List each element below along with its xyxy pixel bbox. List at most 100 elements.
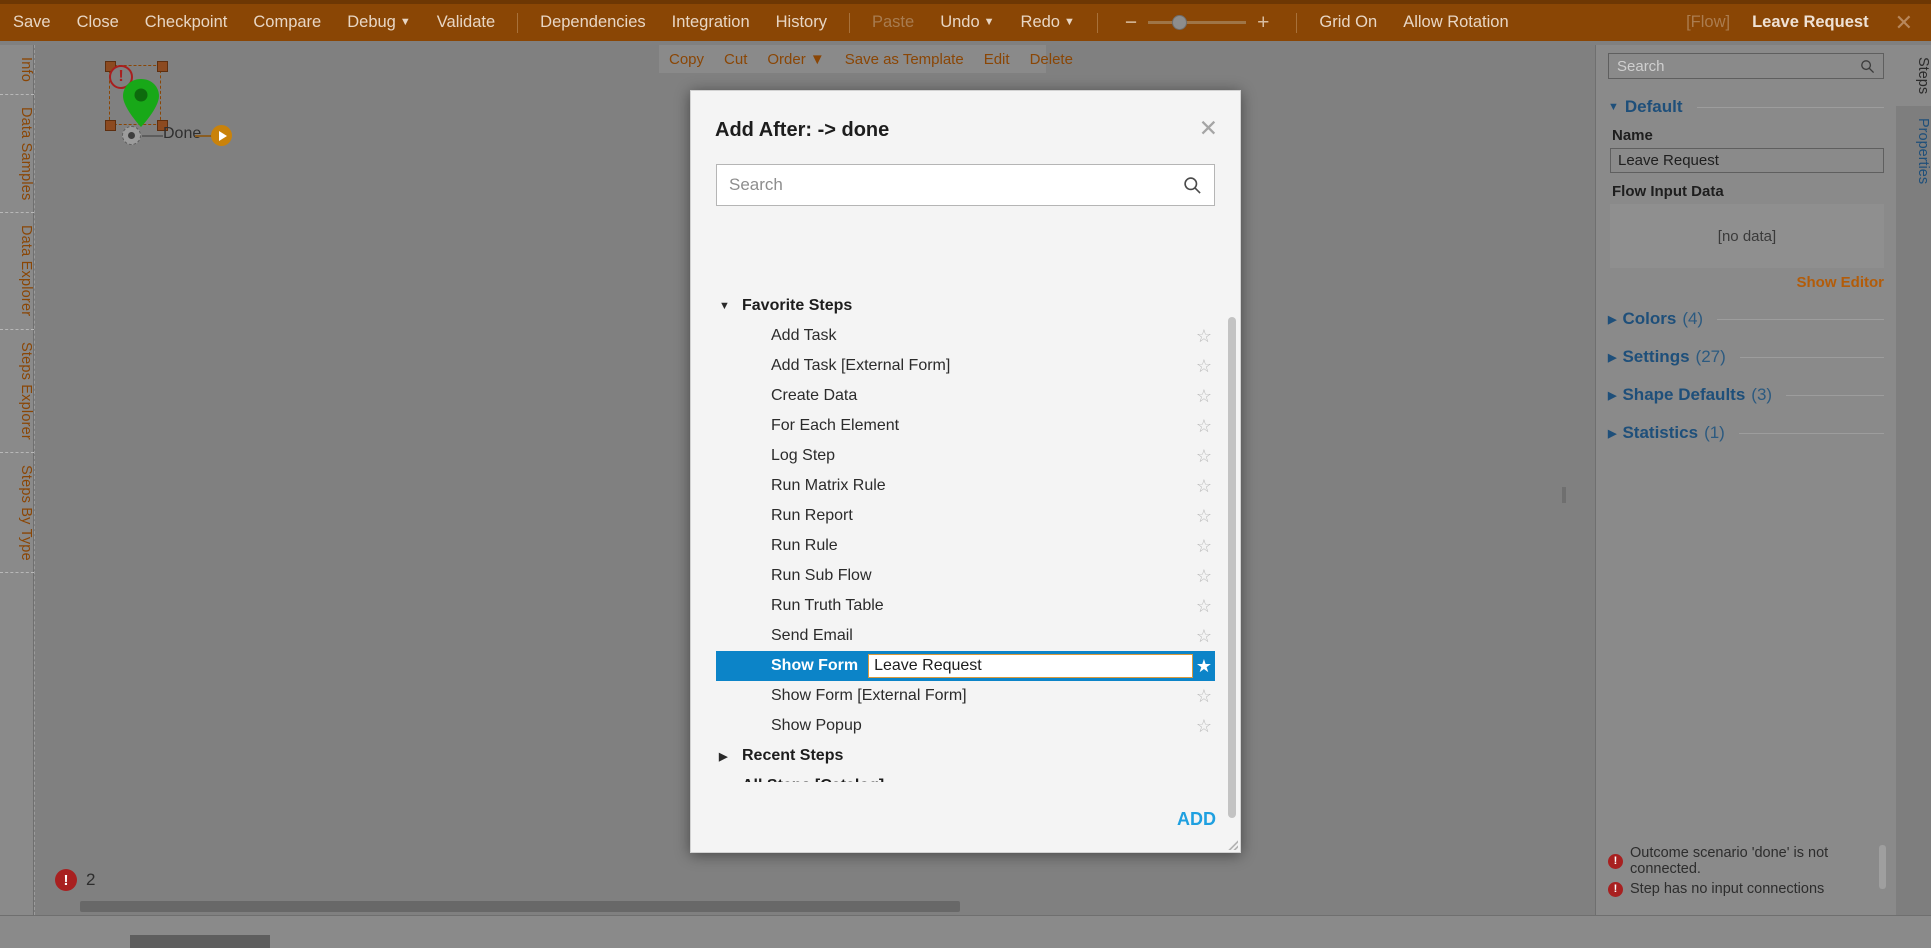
toolbar-compare-button[interactable]: Compare <box>240 2 334 43</box>
properties-section-statistics[interactable]: ▶ Statistics (1) <box>1608 423 1884 443</box>
list-item[interactable]: Create Data ☆ <box>716 381 1215 411</box>
properties-section-shape-defaults[interactable]: ▶ Shape Defaults (3) <box>1608 385 1884 405</box>
star-icon[interactable]: ☆ <box>1193 716 1215 737</box>
properties-search-field[interactable]: Search <box>1608 53 1884 79</box>
flow-input-data-box[interactable]: [no data] <box>1610 204 1884 268</box>
star-icon[interactable]: ☆ <box>1193 686 1215 707</box>
star-icon[interactable]: ☆ <box>1193 626 1215 647</box>
toolbar-grid-on-button[interactable]: Grid On <box>1306 2 1390 43</box>
close-icon[interactable]: ✕ <box>1885 10 1931 36</box>
toolbar-integration-button[interactable]: Integration <box>659 2 763 43</box>
list-item[interactable]: Log Step ☆ <box>716 441 1215 471</box>
dialog-scrollbar[interactable] <box>1228 317 1236 818</box>
toolbar-history-button[interactable]: History <box>763 2 840 43</box>
add-button[interactable]: ADD <box>1177 809 1216 830</box>
error-icon: ! <box>1608 881 1623 897</box>
step-catalog-list[interactable]: ▼ Favorite Steps Add Task ☆ Add Task [Ex… <box>716 291 1215 782</box>
properties-section-default[interactable]: ▼ Default <box>1608 97 1884 117</box>
sidebar-item-info[interactable]: Info <box>0 45 34 95</box>
star-icon[interactable]: ☆ <box>1193 386 1215 407</box>
validation-message-row[interactable]: ! Outcome scenario 'done' is not connect… <box>1608 845 1884 877</box>
star-icon[interactable]: ☆ <box>1193 446 1215 467</box>
toolbar-allow-rotation-button[interactable]: Allow Rotation <box>1390 2 1521 43</box>
sidebar-item-data-explorer[interactable]: Data Explorer <box>0 213 34 330</box>
properties-section-shape-defaults-label: Shape Defaults <box>1622 385 1746 404</box>
group-recent-steps[interactable]: ▶ Recent Steps <box>716 741 1215 771</box>
zoom-slider-thumb[interactable] <box>1171 15 1187 30</box>
star-icon[interactable]: ☆ <box>1193 416 1215 437</box>
star-icon[interactable]: ☆ <box>1193 536 1215 557</box>
toolbar-divider <box>517 12 519 33</box>
panel-resize-handle[interactable] <box>1562 487 1566 503</box>
tab-steps[interactable]: Steps <box>1896 45 1931 107</box>
group-favorite-steps[interactable]: ▼ Favorite Steps <box>716 291 1215 321</box>
main-toolbar: Save Close Checkpoint Compare Debug ▼ Val… <box>0 0 1931 41</box>
list-item[interactable]: Run Report ☆ <box>716 501 1215 531</box>
validation-messages: ! Outcome scenario 'done' is not connect… <box>1608 845 1886 901</box>
toolbar-checkpoint-button[interactable]: Checkpoint <box>132 2 241 43</box>
flow-designer-window: Save Close Checkpoint Compare Debug ▼ Val… <box>0 0 1931 948</box>
list-item[interactable]: Send Email ☆ <box>716 621 1215 651</box>
properties-section-settings[interactable]: ▶ Settings (27) <box>1608 347 1884 367</box>
toolbar-undo-menu[interactable]: Undo ▼ <box>927 2 1007 43</box>
add-step-play-button[interactable] <box>211 125 232 146</box>
context-cut-button[interactable]: Cut <box>714 51 757 68</box>
toolbar-save-button[interactable]: Save <box>0 2 64 43</box>
dialog-search-field[interactable]: Search <box>716 164 1215 206</box>
list-item[interactable]: Show Form [External Form] ☆ <box>716 681 1215 711</box>
zoom-in-button[interactable]: + <box>1249 11 1277 35</box>
list-item-selected-show-form[interactable]: Show Form ★ <box>716 651 1215 681</box>
step-name: Run Report <box>771 507 853 524</box>
context-edit-button[interactable]: Edit <box>974 51 1020 68</box>
step-name-input[interactable] <box>868 654 1193 678</box>
sidebar-item-steps-by-type[interactable]: Steps By Type <box>0 453 34 574</box>
list-item[interactable]: Run Sub Flow ☆ <box>716 561 1215 591</box>
group-all-steps-catalog[interactable]: ▶ All Steps [Catalog] <box>716 771 1215 782</box>
toolbar-validate-button[interactable]: Validate <box>424 2 508 43</box>
step-name-edit-wrapper <box>868 654 1193 678</box>
properties-section-colors[interactable]: ▶ Colors (4) <box>1608 309 1884 329</box>
status-bar <box>0 915 1931 948</box>
properties-section-statistics-label: Statistics <box>1622 423 1699 442</box>
name-input[interactable]: Leave Request <box>1610 148 1884 173</box>
close-icon[interactable]: ✕ <box>1199 117 1218 140</box>
star-icon[interactable]: ☆ <box>1193 506 1215 527</box>
resize-handle-tr[interactable] <box>157 61 168 72</box>
validation-scrollbar[interactable] <box>1879 845 1886 889</box>
toolbar-close-button[interactable]: Close <box>64 2 132 43</box>
tab-properties[interactable]: Properties <box>1896 106 1931 196</box>
list-item[interactable]: Add Task [External Form] ☆ <box>716 351 1215 381</box>
context-order-menu[interactable]: Order ▼ <box>757 51 834 68</box>
star-icon[interactable]: ☆ <box>1193 356 1215 377</box>
flow-input-data-value: [no data] <box>1717 227 1777 245</box>
list-item[interactable]: Run Matrix Rule ☆ <box>716 471 1215 501</box>
list-item[interactable]: Add Task ☆ <box>716 321 1215 351</box>
list-item[interactable]: Show Popup ☆ <box>716 711 1215 741</box>
zoom-out-button[interactable]: − <box>1117 11 1145 35</box>
zoom-slider[interactable] <box>1148 15 1247 30</box>
resize-handle-bl[interactable] <box>105 120 116 131</box>
sidebar-item-data-samples[interactable]: Data Samples <box>0 95 34 214</box>
list-item[interactable]: Run Truth Table ☆ <box>716 591 1215 621</box>
canvas-horizontal-scrollbar[interactable] <box>80 901 960 912</box>
star-icon[interactable]: ☆ <box>1193 476 1215 497</box>
dialog-resize-grip[interactable] <box>1226 838 1238 850</box>
toolbar-redo-menu[interactable]: Redo ▼ <box>1008 2 1088 43</box>
list-item[interactable]: For Each Element ☆ <box>716 411 1215 441</box>
star-icon-filled[interactable]: ★ <box>1193 656 1215 677</box>
star-icon[interactable]: ☆ <box>1193 326 1215 347</box>
list-item[interactable]: Run Rule ☆ <box>716 531 1215 561</box>
toolbar-paste-button[interactable]: Paste <box>859 2 927 43</box>
context-save-as-template-button[interactable]: Save as Template <box>835 51 974 68</box>
context-copy-button[interactable]: Copy <box>659 51 714 68</box>
canvas-error-counter[interactable]: ! 2 <box>55 869 95 891</box>
context-delete-button[interactable]: Delete <box>1020 51 1083 68</box>
sidebar-item-steps-explorer[interactable]: Steps Explorer <box>0 330 34 453</box>
star-icon[interactable]: ☆ <box>1193 596 1215 617</box>
toolbar-debug-menu[interactable]: Debug ▼ <box>334 2 424 43</box>
validation-message-row[interactable]: ! Step has no input connections <box>1608 881 1884 897</box>
node-output-port[interactable] <box>122 126 141 145</box>
show-editor-link[interactable]: Show Editor <box>1608 274 1885 291</box>
star-icon[interactable]: ☆ <box>1193 566 1215 587</box>
toolbar-dependencies-button[interactable]: Dependencies <box>527 2 659 43</box>
